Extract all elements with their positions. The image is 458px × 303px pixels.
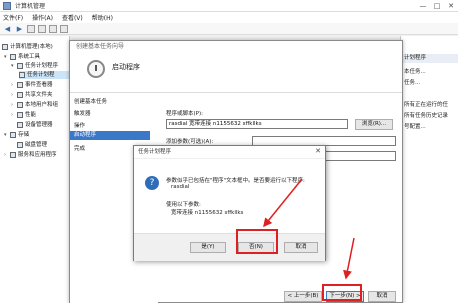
tree-item-device-manager[interactable]: 设备管理器 [17,121,53,129]
computer-icon [2,44,8,50]
folder-icon [19,72,25,78]
maximize-button[interactable]: □ [430,2,444,10]
clock-icon [87,60,105,78]
menu-view[interactable]: 查看(V) [62,13,83,22]
chevron-down-icon: ▾ [4,54,7,60]
actions-header: 计划程序 [401,54,458,63]
dialog-message: 参数似乎已包括在"程序"文本框中。是否要运行以下程序: [166,178,305,184]
task-scheduler-dialog: 任务计划程序 ✕ ? 参数似乎已包括在"程序"文本框中。是否要运行以下程序: r… [133,145,326,261]
action-enable-history[interactable]: 所有任务历史记录 [404,111,448,119]
program-label: 程序或脚本(P): [166,111,203,117]
tree-item-local-users[interactable]: › 本地用户和组 [11,101,58,109]
question-icon: ? [145,176,159,190]
window-controls: — □ ✕ [416,2,458,10]
close-window-button[interactable]: ✕ [444,2,458,10]
device-icon [17,122,23,128]
users-icon [17,102,23,108]
tree-item-services-apps[interactable]: › 服务和应用程序 [4,151,57,159]
tree-item-storage[interactable]: ▾ 存储 [4,131,29,139]
action-create-basic-task[interactable]: 本任务... [404,67,426,75]
tree-item-system-tools[interactable]: ▾ 系统工具 [4,53,40,61]
annotation-box-no-button [236,229,278,254]
dialog-title: 任务计划程序 [134,146,325,159]
menu-action[interactable]: 操作(A) [32,13,53,22]
wizard-title: 创建基本任务向导 [70,41,402,53]
dialog-cancel-button[interactable]: 取消 [284,242,318,253]
action-show-running-tasks[interactable]: 所有正在运行的任 [404,100,448,108]
action-create-task[interactable]: 任务... [404,78,420,86]
menu-help[interactable]: 帮助(H) [92,13,113,22]
dialog-args: 宽带连接 n1155632 sffkllks [171,210,244,216]
help-icon[interactable] [49,24,57,33]
chevron-right-icon: › [4,152,6,158]
forward-arrow-icon[interactable]: ▶ [15,25,24,33]
computer-management-icon [3,1,11,10]
event-icon [17,82,23,88]
chevron-right-icon: › [11,102,13,108]
actions-panel: 计划程序 本任务... 任务... 所有正在运行的任 所有任务历史记录 号配置.… [400,36,458,303]
menu-file[interactable]: 文件(F) [3,13,23,22]
tools-icon [10,54,16,60]
close-icon[interactable]: ✕ [315,147,321,155]
back-arrow-icon[interactable]: ◀ [3,25,12,33]
tree-item-task-scheduler-library[interactable]: 任务计划程 [19,71,69,79]
services-icon [10,152,16,158]
navigation-tree: 计算机管理(本地) ▾ 系统工具 ▾ 任务计划程序 任务计划程 › 事件查看器 › 共享… [0,36,70,303]
step-trigger: 触发器 [74,111,91,117]
tree-item-root[interactable]: 计算机管理(本地) [2,43,53,51]
dialog-footer: 是(Y) 否(N) 取消 [134,233,325,261]
step-finish: 完成 [74,146,86,152]
step-create-basic-task: 创建基本任务 [74,99,108,105]
dialog-args-label: 使用以下参数: [166,202,201,208]
chevron-down-icon: ▾ [11,63,14,69]
tree-item-event-viewer[interactable]: › 事件查看器 [11,81,53,89]
wizard-banner: 启动程序 [70,53,402,93]
chevron-right-icon: › [11,92,13,98]
chevron-right-icon: › [11,82,13,88]
step-action: 操作 [74,123,86,129]
tree-item-shared-folders[interactable]: › 共享文件夹 [11,91,53,99]
tree-item-task-scheduler[interactable]: ▾ 任务计划程序 [11,62,58,70]
tree-item-performance[interactable]: › 性能 [11,111,36,119]
properties-icon[interactable] [60,24,68,33]
browse-button[interactable]: 浏览(R)... [355,119,393,130]
menubar: 文件(F) 操作(A) 查看(V) 帮助(H) [0,12,458,23]
step-start-program: 启动程序 [70,131,150,140]
folder-icon[interactable] [27,24,35,33]
action-at-service-config[interactable]: 号配置... [404,122,426,130]
tree-item-disk-management[interactable]: 磁盘管理 [17,141,47,149]
performance-icon [17,112,23,118]
storage-icon [10,132,16,138]
program-input[interactable]: rasdial 宽带连接 n1155632 sffkllks [166,119,348,129]
arguments-label: 添加参数(可选)(A): [166,139,214,145]
wizard-cancel-button[interactable]: 取消 [368,291,396,302]
disk-icon [17,142,23,148]
toolbar: ◀ ▶ [0,23,458,35]
window-title: 计算机管理 [15,3,46,10]
yes-button[interactable]: 是(Y) [190,242,226,253]
minimize-button[interactable]: — [416,2,430,10]
back-button[interactable]: < 上一步(B) [284,291,322,302]
console-icon[interactable] [38,24,46,33]
dialog-program: rasdial [171,184,190,190]
wizard-heading: 启动程序 [112,63,140,71]
shared-folder-icon [17,92,23,98]
clock-icon [17,63,23,69]
main-titlebar: 计算机管理 — □ ✕ [0,0,458,12]
chevron-right-icon: › [11,112,13,118]
chevron-down-icon: ▾ [4,132,7,138]
annotation-box-next-button [322,284,362,301]
